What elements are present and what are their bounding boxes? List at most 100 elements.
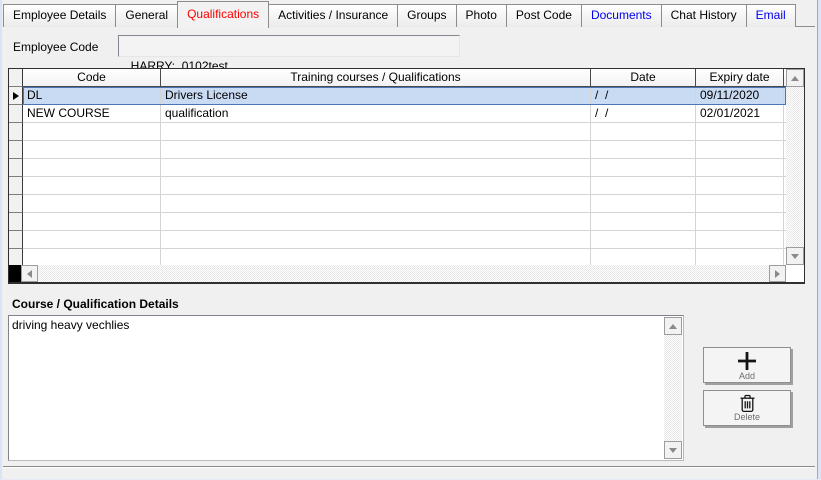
- grid-cell-expiry: 09/11/2020: [696, 87, 784, 105]
- grid-cell-expiry: [696, 141, 784, 159]
- grid-scrollbar-corner: [786, 265, 804, 282]
- grid-cell-expiry: [696, 249, 784, 265]
- grid-cell-course: [161, 123, 591, 141]
- hscrollbar-origin-box: [9, 265, 21, 282]
- grid-row-empty[interactable]: [9, 195, 786, 213]
- row-selector-cell[interactable]: [9, 141, 23, 159]
- details-scroll-down-button[interactable]: [664, 441, 682, 459]
- grid-row-empty[interactable]: [9, 231, 786, 249]
- arrow-up-icon: [791, 76, 799, 81]
- column-header-expiry-date[interactable]: Expiry date: [696, 69, 784, 87]
- tab-groups[interactable]: Groups: [397, 4, 456, 27]
- grid-cell-expiry: [696, 213, 784, 231]
- grid-row-empty[interactable]: [9, 141, 786, 159]
- arrow-down-icon: [791, 254, 799, 259]
- grid-scroll-down-button[interactable]: [786, 247, 804, 265]
- bottom-divider: [3, 466, 815, 468]
- grid-header-row: CodeTraining courses / QualificationsDat…: [9, 69, 786, 87]
- grid-row-empty[interactable]: [9, 177, 786, 195]
- tab-chat-history[interactable]: Chat History: [661, 4, 747, 27]
- grid-cell-date: / /: [591, 105, 696, 123]
- grid-cell-expiry: [696, 195, 784, 213]
- tab-photo[interactable]: Photo: [456, 4, 507, 27]
- grid-cell-course: [161, 213, 591, 231]
- grid-vscroll-track[interactable]: [786, 87, 804, 247]
- grid-cell-date: [591, 213, 696, 231]
- grid-row-empty[interactable]: [9, 123, 786, 141]
- tab-post-code[interactable]: Post Code: [506, 4, 582, 27]
- grid-cell-code: [23, 159, 161, 177]
- grid-row-empty[interactable]: [9, 249, 786, 265]
- grid-cell-course: [161, 159, 591, 177]
- grid-row-empty[interactable]: [9, 159, 786, 177]
- grid-cell-code: [23, 249, 161, 265]
- details-vscroll-track[interactable]: [664, 335, 682, 441]
- row-selector-cell[interactable]: [9, 123, 23, 141]
- row-selector-header: [9, 69, 23, 87]
- grid-cell-code: [23, 231, 161, 249]
- grid-cell-code: [23, 141, 161, 159]
- row-selector-cell[interactable]: [9, 105, 23, 123]
- course-details-label: Course / Qualification Details: [12, 297, 179, 311]
- plus-icon: [735, 350, 759, 372]
- grid-cell-course: Drivers License: [161, 87, 591, 105]
- course-details-text: driving heavy vechlies: [12, 318, 661, 333]
- arrow-left-icon: [27, 270, 32, 278]
- row-selector-cell[interactable]: [9, 195, 23, 213]
- grid-cell-code: [23, 213, 161, 231]
- grid-scroll-up-button[interactable]: [786, 69, 804, 87]
- window-edge-right: [817, 0, 821, 480]
- row-selector-cell[interactable]: [9, 177, 23, 195]
- tab-qualifications[interactable]: Qualifications: [177, 1, 269, 28]
- tab-email[interactable]: Email: [746, 4, 796, 27]
- add-button[interactable]: Add: [703, 347, 791, 383]
- row-selector-cell[interactable]: [9, 213, 23, 231]
- column-header-training-courses-qualifications[interactable]: Training courses / Qualifications: [161, 69, 591, 87]
- column-header-code[interactable]: Code: [23, 69, 161, 87]
- grid-cell-course: qualification: [161, 105, 591, 123]
- row-selector-cell[interactable]: [9, 249, 23, 265]
- grid-cell-course: [161, 195, 591, 213]
- grid-body: DLDrivers License/ /09/11/2020NEW COURSE…: [9, 87, 786, 265]
- grid-row[interactable]: DLDrivers License/ /09/11/2020: [9, 87, 786, 105]
- grid-scroll-left-button[interactable]: [21, 265, 38, 282]
- grid-cell-date: / /: [591, 87, 696, 105]
- column-header-date[interactable]: Date: [591, 69, 696, 87]
- grid-vertical-scrollbar[interactable]: [786, 69, 804, 265]
- grid-cell-date: [591, 231, 696, 249]
- arrow-up-icon: [669, 324, 677, 329]
- qualifications-grid: CodeTraining courses / QualificationsDat…: [8, 68, 805, 283]
- row-selector-cell[interactable]: [9, 159, 23, 177]
- grid-cell-expiry: [696, 231, 784, 249]
- employee-code-field[interactable]: HARRY: 0102test: [118, 35, 460, 57]
- tab-activities-insurance[interactable]: Activities / Insurance: [268, 4, 398, 27]
- row-selector-cell[interactable]: [9, 87, 23, 105]
- grid-horizontal-scrollbar[interactable]: [9, 265, 786, 282]
- employee-code-label: Employee Code: [13, 40, 98, 54]
- grid-cell-course: [161, 231, 591, 249]
- grid-cell-code: [23, 195, 161, 213]
- tab-employee-details[interactable]: Employee Details: [3, 4, 116, 27]
- tab-general[interactable]: General: [115, 4, 178, 27]
- grid-cell-expiry: [696, 123, 784, 141]
- grid-cell-course: [161, 177, 591, 195]
- tab-documents[interactable]: Documents: [581, 4, 662, 27]
- grid-cell-date: [591, 195, 696, 213]
- add-button-label: Add: [739, 372, 755, 381]
- course-details-textarea[interactable]: driving heavy vechlies: [8, 315, 684, 461]
- details-vertical-scrollbar[interactable]: [664, 317, 682, 459]
- grid-cell-course: [161, 249, 591, 265]
- delete-button-label: Delete: [734, 413, 760, 422]
- grid-scroll-right-button[interactable]: [769, 265, 786, 282]
- grid-cell-date: [591, 249, 696, 265]
- grid-cell-expiry: [696, 177, 784, 195]
- grid-cell-code: DL: [23, 87, 161, 105]
- grid-row-empty[interactable]: [9, 213, 786, 231]
- row-selector-cell[interactable]: [9, 231, 23, 249]
- grid-hscroll-track[interactable]: [38, 265, 769, 282]
- window-edge-left: [0, 0, 2, 480]
- grid-cell-date: [591, 123, 696, 141]
- grid-row[interactable]: NEW COURSEqualification/ /02/01/2021: [9, 105, 786, 123]
- details-scroll-up-button[interactable]: [664, 317, 682, 335]
- delete-button[interactable]: Delete: [703, 390, 791, 426]
